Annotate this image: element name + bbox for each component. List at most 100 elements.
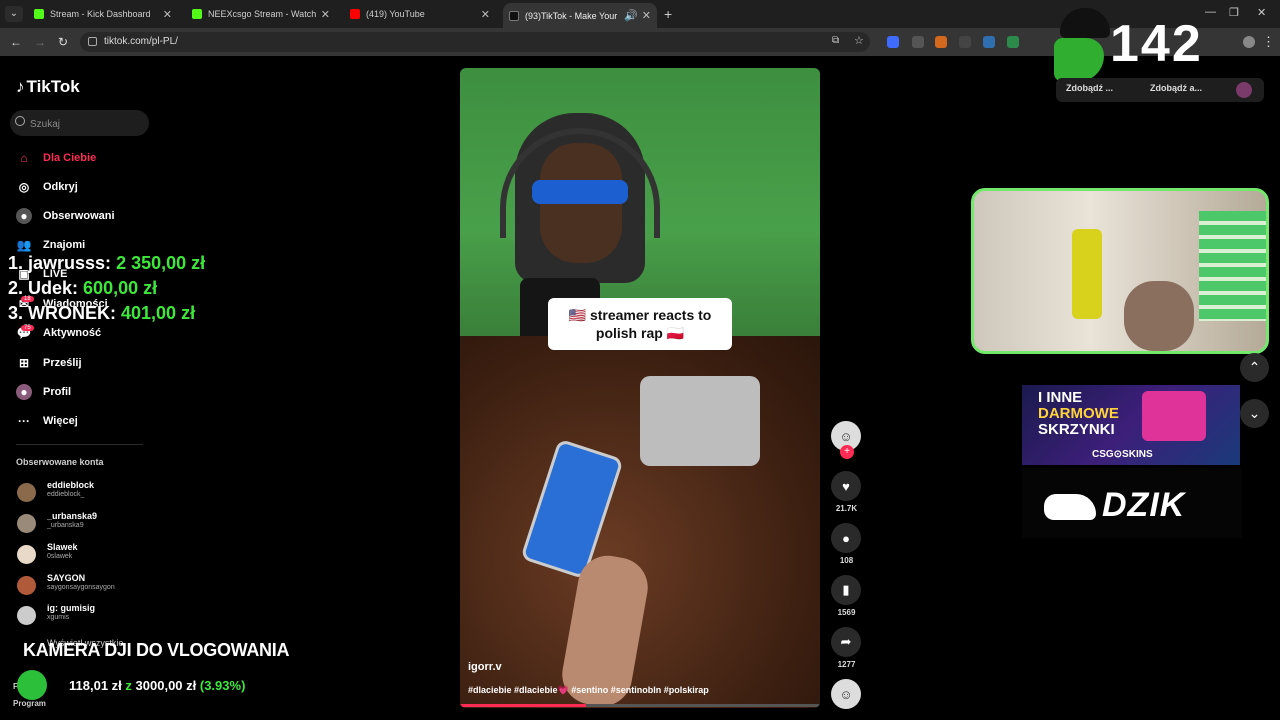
url-text[interactable]: tiktok.com/pl-PL/ <box>104 36 178 47</box>
extension-chips-bar: Zdobądź ... Zdobądź a... <box>1056 78 1264 102</box>
share-icon: ➦ <box>831 627 861 657</box>
tab-neexcsgo-stream[interactable]: NEEXcsgo Stream - Watch Live ✕ <box>186 3 336 25</box>
video-progress-bar[interactable] <box>460 704 820 707</box>
music-disc[interactable]: ☺ <box>831 679 862 709</box>
donation-goal-progress: 118,01 zł z 3000,00 zł (3.93%) <box>69 678 246 693</box>
youtube-favicon-icon <box>350 9 360 19</box>
comment-button[interactable]: ● 108 <box>831 523 862 565</box>
forward-icon[interactable]: → <box>34 35 46 49</box>
chip-button[interactable]: Zdobądź a... <box>1150 83 1202 93</box>
boar-icon <box>1044 494 1096 520</box>
caption-line: 🇺🇸 streamer reacts to <box>568 307 712 323</box>
nav-item-for-you[interactable]: ⌂ Dla Ciebie <box>16 148 96 168</box>
reload-icon[interactable]: ↻ <box>58 35 68 49</box>
video-hashtags[interactable]: #dlaciebie #dlaciebie💗 #sentino #sentino… <box>468 685 709 696</box>
nav-item-profile[interactable]: ● Profil <box>16 382 71 402</box>
music-disc-icon: ☺ <box>831 679 861 709</box>
tiktok-favicon-icon <box>509 10 519 21</box>
avatar <box>17 576 36 595</box>
share-button[interactable]: ➦ 1277 <box>831 627 862 669</box>
kick-favicon-icon <box>192 9 202 19</box>
video-caption-box: 🇺🇸 streamer reacts to polish rap 🇵🇱 <box>548 298 732 350</box>
maximize-icon[interactable]: ❐ <box>1229 6 1239 19</box>
csgoskins-ad: I INNE DARMOWE SKRZYNKI CSG⊙SKINS <box>1022 385 1240 465</box>
video-progress-fill <box>460 704 586 707</box>
tab-title: (93)TikTok - Make Your Day <box>525 10 620 21</box>
tab-search-chevron-icon[interactable]: ⌄ <box>5 6 23 22</box>
speaker-icon[interactable]: 🔊 <box>624 9 638 22</box>
tab-youtube[interactable]: (419) YouTube ✕ <box>344 3 496 25</box>
comment-icon: ● <box>831 523 861 553</box>
profile-avatar-icon[interactable] <box>1243 36 1255 48</box>
heart-icon: ♥ <box>831 471 861 501</box>
browser-menu-icon[interactable]: ⋮ <box>1262 34 1275 50</box>
more-icon: ··· <box>18 414 30 428</box>
video-top-frame <box>460 68 820 336</box>
bookmark-star-icon[interactable]: ☆ <box>854 34 864 47</box>
extension-icon[interactable] <box>935 36 947 48</box>
nav-item-more[interactable]: ··· Więcej <box>16 411 78 431</box>
extension-icon[interactable] <box>983 36 995 48</box>
nav-item-friends[interactable]: 👥 Znajomi <box>16 235 86 255</box>
profile-avatar-icon[interactable] <box>1236 82 1252 98</box>
avatar <box>17 483 36 502</box>
new-tab-icon[interactable]: + <box>664 6 672 22</box>
extension-icon[interactable] <box>959 36 971 48</box>
tab-title: (419) YouTube <box>366 9 425 19</box>
extension-icon[interactable] <box>912 36 924 48</box>
avatar <box>17 545 36 564</box>
tab-close-icon[interactable]: ✕ <box>163 8 172 21</box>
follow-plus-icon[interactable]: + <box>840 445 854 459</box>
video-player[interactable]: 🇺🇸 streamer reacts to polish rap 🇵🇱 igor… <box>460 68 820 708</box>
video-author[interactable]: igorr.v <box>468 661 502 673</box>
window-close-icon[interactable]: ✕ <box>1257 6 1266 19</box>
save-button[interactable]: ▮ 1569 <box>831 575 862 617</box>
chip-button[interactable]: Zdobądź ... <box>1066 83 1113 93</box>
tiktok-logo[interactable]: ♪ TikTok <box>16 77 80 97</box>
video-bottom-frame <box>460 336 820 708</box>
donation-rank-2: 2. Udek: 600,00 zł <box>8 278 158 298</box>
profile-icon: ● <box>16 384 32 400</box>
avatar-icon: ● <box>16 208 32 224</box>
extension-icon[interactable] <box>887 36 899 48</box>
donation-goal-title: KAMERA DJI DO VLOGOWANIA <box>23 640 290 660</box>
activity-badge: 75 <box>21 325 34 331</box>
home-icon: ⌂ <box>20 151 28 165</box>
dzik-ad: DZIK <box>1022 468 1242 538</box>
previous-video-button[interactable]: ⌃ <box>1240 353 1269 382</box>
caption-line: polish rap 🇵🇱 <box>595 325 685 341</box>
goal-circle-icon <box>17 670 47 700</box>
tab-kick-dashboard[interactable]: Stream - Kick Dashboard ✕ <box>28 3 178 25</box>
search-box <box>10 110 149 136</box>
search-icon[interactable] <box>15 116 25 126</box>
omnibox[interactable]: tiktok.com/pl-PL/ ⧉ ☆ <box>80 32 870 52</box>
nav-item-upload[interactable]: ⊞ Prześlij <box>16 353 82 373</box>
donation-rank-3: 3. WRONEK: 401,00 zł <box>8 303 196 323</box>
extension-icon[interactable] <box>1007 36 1019 48</box>
tab-tiktok[interactable]: (93)TikTok - Make Your Day 🔊 ✕ <box>503 3 657 28</box>
tab-close-icon[interactable]: ✕ <box>321 8 330 21</box>
followed-accounts-title: Obserwowane konta <box>16 457 104 467</box>
search-input[interactable] <box>28 114 142 134</box>
compass-icon: ◎ <box>18 180 30 194</box>
mascot-logo-icon <box>1050 8 1112 82</box>
minimize-icon[interactable]: — <box>1205 6 1216 18</box>
site-info-icon[interactable] <box>88 37 97 46</box>
install-icon[interactable]: ⧉ <box>832 35 839 46</box>
avatar <box>17 514 36 533</box>
nav-item-explore[interactable]: ◎ Odkryj <box>16 177 78 197</box>
tab-close-icon[interactable]: ✕ <box>481 8 490 21</box>
like-button[interactable]: ♥ 21.7K <box>831 471 862 513</box>
tab-close-icon[interactable]: ✕ <box>642 9 651 22</box>
footer-link[interactable]: Program <box>13 699 46 708</box>
tiktok-note-icon: ♪ <box>16 77 25 96</box>
next-video-button[interactable]: ⌄ <box>1240 399 1269 428</box>
avatar <box>17 606 36 625</box>
friends-icon: 👥 <box>16 238 32 252</box>
viewer-counter: 142 <box>1110 15 1203 73</box>
webcam-overlay <box>971 188 1269 354</box>
back-icon[interactable]: ← <box>10 35 22 49</box>
nav-item-following[interactable]: ● Obserwowani <box>16 206 115 226</box>
upload-icon: ⊞ <box>18 356 30 370</box>
tab-title: Stream - Kick Dashboard <box>50 9 151 19</box>
